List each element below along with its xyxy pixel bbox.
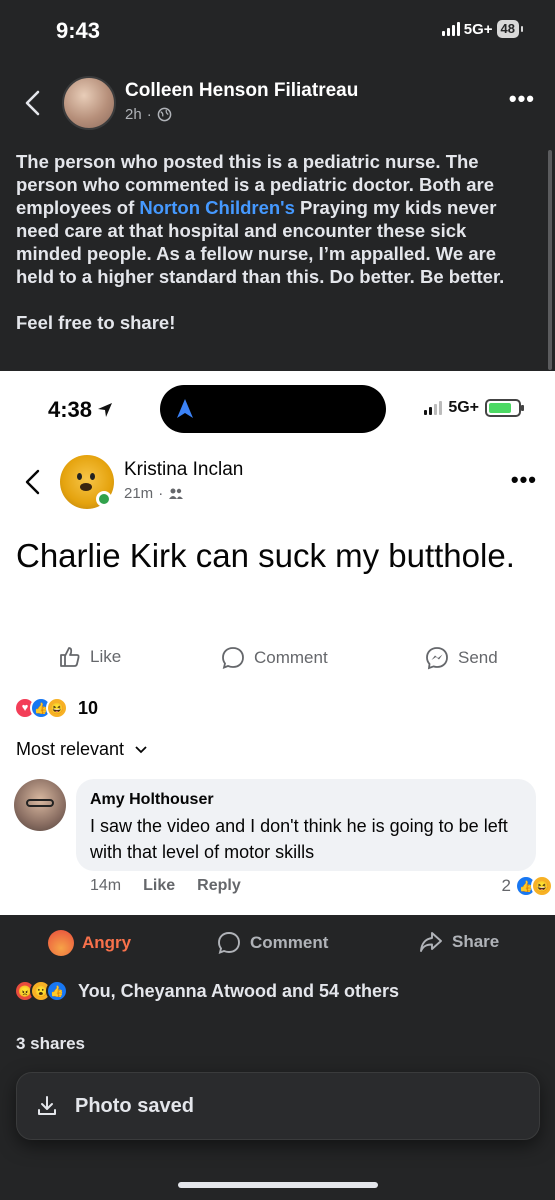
reactions-text: You, Cheyanna Atwood and 54 others [78,980,400,1001]
embed-more-options: ••• [510,467,537,492]
friends-icon [169,488,184,499]
embed-comment-button: Comment [220,645,328,671]
post-header: Colleen Henson Filiatreau 2h · ••• [0,70,555,140]
embed-status-indicators: 5G+ [424,399,524,417]
reaction-count: 10 [78,697,99,718]
comment-reply-button: Reply [197,877,241,894]
comment-label: Comment [250,933,329,952]
share-button[interactable]: Share [418,930,499,954]
more-options-button[interactable]: ••• [509,88,535,110]
embed-status-time: 4:38 [48,397,114,423]
haha-reaction-icon: 😆 [46,697,68,719]
chevron-left-icon [25,469,40,495]
toast-text: Photo saved [75,1094,194,1117]
signal-icon [441,22,460,36]
comment-reaction-count: 2 [501,876,511,895]
shares-count[interactable]: 3 shares [16,1034,85,1054]
embed-back-button [20,467,46,502]
embed-send-button: Send [424,645,498,671]
embed-signal-icon [424,401,443,415]
online-status-icon [96,491,112,507]
embed-post-text: Charlie Kirk can suck my butthole. [16,537,515,574]
shared-photo[interactable]: 4:38 5G+ Kristina Inclan 21m · ••• Charl… [0,371,555,915]
share-label: Share [452,932,500,951]
angry-reaction-button[interactable]: Angry [48,930,131,956]
reaction-icons: 😠 😮 👍 [14,980,68,1002]
status-bar: 9:43 5G+ 48 [0,0,555,60]
messenger-icon [426,647,448,670]
post-paragraph: The person who posted this is a pediatri… [16,150,536,288]
comment-reaction-icons: 👍 😆 [515,875,553,897]
comment-meta: 14m Like Reply [90,877,241,895]
comment-time: 14m [90,877,122,894]
like-reaction-icon: 👍 [46,980,68,1002]
network-label: 5G+ [463,20,493,38]
navigation-arrow-icon [177,399,193,418]
dynamic-island [160,385,386,433]
globe-icon [157,107,172,122]
post-action-bar: Angry Comment Share [0,920,555,966]
embed-post-time: 21m [124,485,154,502]
post-body: The person who posted this is a pediatri… [16,150,536,334]
comment-label: Comment [254,648,328,667]
comment-bubble-icon [222,647,244,669]
haha-reaction-icon: 😆 [531,875,553,897]
angry-icon [48,930,74,956]
download-icon [38,1096,56,1115]
status-indicators: 5G+ 48 [441,20,524,38]
post-paragraph-share: Feel free to share! [16,312,176,333]
share-icon [420,932,442,952]
comment-sort-dropdown: Most relevant [16,739,148,760]
chevron-left-icon [25,90,40,116]
comment-like-button: Like [143,877,176,894]
mention-link[interactable]: Norton Children's [139,197,294,218]
sort-label: Most relevant [16,739,125,759]
status-time: 9:43 [56,18,101,43]
back-button[interactable] [18,86,48,120]
photo-saved-toast: Photo saved [16,1072,540,1140]
like-label: Like [90,647,122,666]
comment-reactions: 2 👍 😆 [501,875,553,897]
commenter-avatar [14,779,66,831]
embed-like-button: Like [58,645,121,669]
post-meta: 2h · [125,106,172,123]
reactions-summary[interactable]: 😠 😮 👍 You, Cheyanna Atwood and 54 others [14,980,399,1002]
comment-text: I saw the video and I don't think he is … [90,816,508,862]
reaction-icons: ♥ 👍 😆 [14,697,68,719]
author-avatar[interactable] [62,76,116,130]
thumbs-up-icon [60,647,80,667]
post-time: 2h [125,106,142,123]
embed-post-meta: 21m · [124,485,184,502]
commenter-name: Amy Holthouser [90,791,214,808]
battery-icon: 48 [496,20,524,38]
embed-time-text: 4:38 [48,397,93,422]
embed-battery-icon [485,399,524,417]
comment-bubble: Amy Holthouser I saw the video and I don… [76,779,536,871]
location-arrow-icon [98,403,113,417]
dot-separator: · [146,106,152,123]
embed-author-name: Kristina Inclan [124,459,244,480]
author-name[interactable]: Colleen Henson Filiatreau [125,80,358,102]
embed-action-bar: Like Comment Send [0,639,555,679]
comment-bubble-icon [218,932,240,955]
embed-reactions-summary: ♥ 👍 😆 10 [14,697,98,719]
send-label: Send [458,648,498,667]
embed-network-label: 5G+ [448,399,479,416]
chevron-down-icon [135,745,147,753]
angry-label: Angry [82,933,132,952]
dot-separator: · [158,485,164,502]
scrollbar[interactable] [548,150,552,370]
comment-button[interactable]: Comment [216,930,328,956]
home-indicator[interactable] [178,1182,378,1188]
